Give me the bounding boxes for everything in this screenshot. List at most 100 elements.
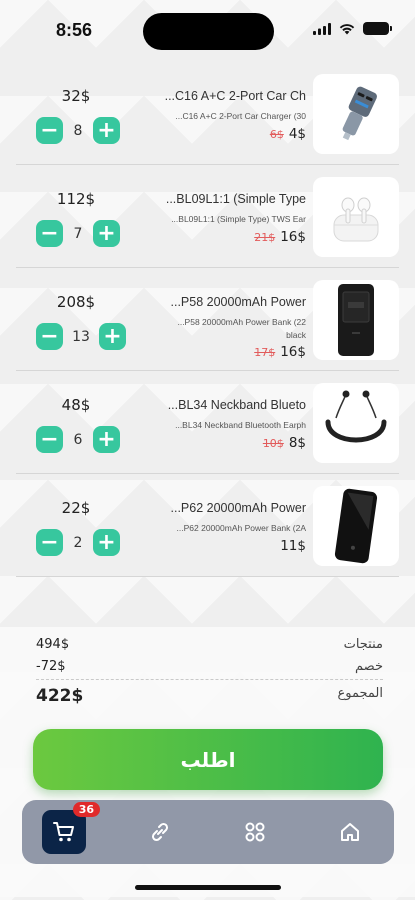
item-prices: 11$	[280, 538, 306, 554]
cart-item: 22$ − 2 + ...P62 20000mAh Power ...P62 2…	[16, 474, 399, 577]
minus-icon: −	[40, 426, 59, 452]
item-old-price: 10$	[262, 437, 284, 450]
discount-value: -72$	[36, 659, 66, 674]
decrease-quantity-button[interactable]: −	[36, 220, 63, 247]
item-controls: 32$ − 8 +	[16, 62, 136, 164]
item-image[interactable]	[313, 280, 399, 360]
tab-categories[interactable]	[235, 812, 275, 852]
quantity-value: 13	[72, 328, 90, 345]
cart-item: 208$ − 13 + ...P58 20000mAh Power ...P58…	[16, 268, 399, 371]
item-prices: 10$ 8$	[263, 435, 306, 451]
quantity-stepper: − 8 +	[36, 117, 120, 144]
increase-quantity-button[interactable]: +	[99, 323, 126, 350]
tab-links[interactable]	[140, 812, 180, 852]
status-time: 8:56	[56, 20, 93, 40]
decrease-quantity-button[interactable]: −	[36, 529, 63, 556]
item-description-line: black	[286, 330, 306, 340]
tab-home[interactable]	[330, 812, 370, 852]
item-description: ...BL34 Neckband Bluetooth Earph	[175, 420, 306, 430]
discount-label: خصم	[355, 659, 383, 674]
increase-quantity-button[interactable]: +	[93, 117, 120, 144]
status-icons	[313, 22, 392, 35]
item-old-price: 21$	[254, 231, 276, 244]
quantity-stepper: − 7 +	[36, 220, 120, 247]
item-title: ...C16 A+C 2-Port Car Ch	[164, 89, 306, 103]
item-title: ...P58 20000mAh Power	[170, 295, 307, 309]
plus-icon: +	[103, 323, 122, 349]
cart-icon	[53, 822, 74, 842]
item-old-price: 6$	[269, 128, 284, 141]
cart-item: 112$ − 7 + ...BL09L1:1 (Simple Type ...B…	[16, 165, 399, 268]
item-prices: 17$ 16$	[254, 344, 306, 360]
item-subtotal: 48$	[61, 396, 91, 414]
minus-icon: −	[40, 117, 59, 143]
plus-icon: +	[97, 426, 116, 452]
item-price: 16$	[280, 344, 306, 360]
earbuds-icon	[333, 197, 379, 242]
cart-count-badge: 36	[72, 802, 100, 817]
power-bank-icon	[338, 284, 374, 356]
item-controls: 22$ − 2 +	[16, 474, 136, 576]
item-prices: 21$ 16$	[254, 229, 306, 245]
quantity-stepper: − 2 +	[36, 529, 120, 556]
bottom-tab-bar: 36	[22, 800, 394, 864]
item-description: ...BL09L1:1 (Simple Type) TWS Ear	[171, 214, 306, 224]
total-value: 422$	[36, 686, 84, 706]
plus-icon: +	[97, 220, 116, 246]
item-controls: 48$ − 6 +	[16, 371, 136, 473]
item-price: 8$	[288, 435, 306, 451]
item-description-line: ...P58 20000mAh Power Bank (22	[177, 317, 306, 327]
quantity-value: 2	[73, 534, 83, 551]
quantity-value: 7	[73, 225, 83, 242]
increase-quantity-button[interactable]: +	[93, 220, 120, 247]
battery-icon	[363, 22, 392, 35]
cart-list: 32$ − 8 + ...C16 A+C 2-Port Car Ch ...C1…	[16, 62, 399, 577]
decrease-quantity-button[interactable]: −	[36, 323, 63, 350]
item-image[interactable]	[313, 177, 399, 257]
decrease-quantity-button[interactable]: −	[36, 117, 63, 144]
summary-divider	[36, 679, 383, 680]
cellular-signal-icon	[313, 22, 331, 35]
minus-icon: −	[40, 220, 59, 246]
status-bar: 8:56	[0, 0, 415, 60]
item-description: ...P62 20000mAh Power Bank (2A	[176, 523, 306, 533]
place-order-button[interactable]: اطلب	[33, 729, 383, 790]
item-title: ...P62 20000mAh Power	[170, 501, 307, 515]
increase-quantity-button[interactable]: +	[93, 529, 120, 556]
link-icon	[151, 822, 169, 842]
plus-icon: +	[97, 529, 116, 555]
neckband-earphones-icon	[325, 390, 387, 443]
cart-item: 32$ − 8 + ...C16 A+C 2-Port Car Ch ...C1…	[16, 62, 399, 165]
plus-icon: +	[97, 117, 116, 143]
item-image[interactable]	[313, 486, 399, 566]
total-label: المجموع	[337, 686, 383, 701]
home-indicator	[135, 885, 281, 890]
item-description: ...P58 20000mAh Power Bank (22 black	[136, 316, 306, 342]
item-title: ...BL09L1:1 (Simple Type	[165, 192, 306, 206]
quantity-stepper: − 6 +	[36, 426, 120, 453]
item-prices: 6$ 4$	[270, 126, 306, 142]
item-price: 4$	[288, 126, 306, 142]
item-image[interactable]	[313, 383, 399, 463]
power-bank-icon	[334, 488, 378, 564]
minus-icon: −	[40, 529, 59, 555]
minus-icon: −	[40, 323, 59, 349]
tab-cart[interactable]: 36	[42, 802, 100, 854]
quantity-stepper: − 13 +	[36, 323, 126, 350]
item-subtotal: 22$	[61, 499, 91, 517]
decrease-quantity-button[interactable]: −	[36, 426, 63, 453]
products-total: 494$	[36, 637, 70, 652]
item-description: ...C16 A+C 2-Port Car Charger (30	[175, 111, 306, 121]
item-controls: 112$ − 7 +	[16, 165, 136, 267]
item-image[interactable]	[313, 74, 399, 154]
dynamic-island	[143, 13, 274, 50]
products-label: منتجات	[343, 637, 383, 652]
item-controls: 208$ − 13 +	[16, 268, 136, 370]
increase-quantity-button[interactable]: +	[93, 426, 120, 453]
quantity-value: 8	[73, 122, 83, 139]
item-subtotal: 208$	[56, 293, 96, 311]
home-icon	[341, 823, 359, 841]
item-old-price: 17$	[254, 346, 276, 359]
item-subtotal: 112$	[56, 190, 96, 208]
item-title: ...BL34 Neckband Blueto	[167, 398, 306, 412]
